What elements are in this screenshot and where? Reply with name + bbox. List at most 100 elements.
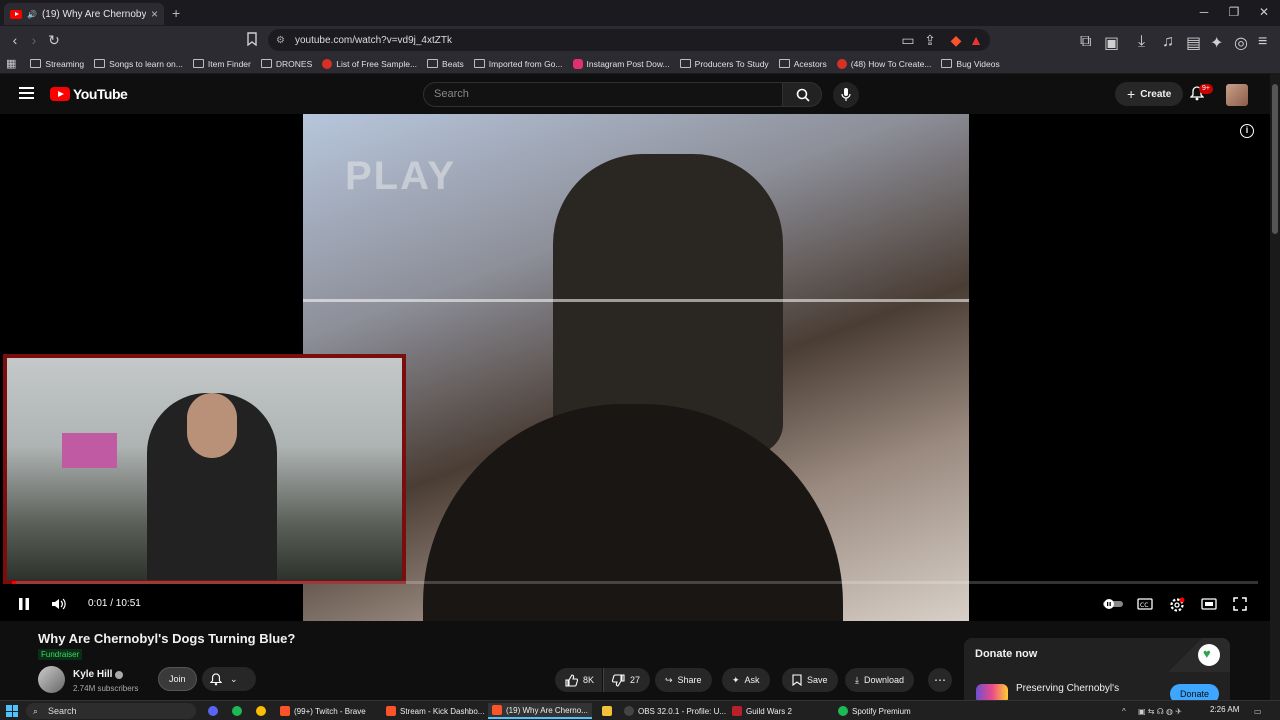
search-button[interactable]: [782, 82, 822, 107]
volume-button[interactable]: [51, 597, 67, 611]
bookmark-drones[interactable]: DRONES: [260, 59, 312, 69]
folder-icon: [94, 59, 106, 68]
new-tab-button[interactable]: +: [172, 5, 180, 21]
brave-rewards-icon[interactable]: ▲: [968, 32, 984, 48]
theater-mode-button[interactable]: [1201, 597, 1217, 611]
url-field[interactable]: ⚙ youtube.com/watch?v=vd9j_4xtZTk: [268, 29, 990, 51]
youtube-header: YouTube Search + Create: [0, 74, 1280, 114]
like-button[interactable]: 8K: [555, 668, 603, 692]
site-favicon-icon: [322, 58, 333, 69]
bookmark-acestors[interactable]: Acestors: [778, 59, 827, 69]
windows-start-icon[interactable]: [6, 705, 18, 717]
reload-icon[interactable]: ↻: [46, 32, 62, 48]
bookmark-streaming[interactable]: Streaming: [30, 59, 84, 69]
notification-badge: 9+: [1199, 84, 1213, 94]
taskbar-app-twitch[interactable]: (99+) Twitch - Brave: [276, 703, 370, 719]
scrollbar-thumb[interactable]: [1272, 84, 1278, 234]
forward-button[interactable]: ›: [26, 32, 42, 48]
bookmark-songs[interactable]: Songs to learn on...: [94, 59, 183, 69]
fundraiser-badge[interactable]: Fundraiser: [38, 649, 83, 660]
close-window-button[interactable]: ✕: [1254, 5, 1274, 19]
bookmark-instagram[interactable]: Instagram Post Dow...: [572, 58, 670, 69]
spotify-icon[interactable]: [228, 703, 246, 719]
tray-icons[interactable]: ▣ ⇆ ☊ ◍ ✈: [1134, 703, 1186, 719]
brave-shields-icon[interactable]: ◆: [948, 32, 964, 48]
account-avatar[interactable]: [1226, 84, 1248, 106]
youtube-logo[interactable]: YouTube: [50, 86, 128, 102]
close-tab-icon[interactable]: ×: [151, 7, 158, 21]
channel-avatar[interactable]: [38, 666, 65, 693]
share-page-icon[interactable]: ⇪: [922, 32, 938, 48]
file-explorer-icon[interactable]: [598, 703, 616, 719]
join-button[interactable]: Join: [158, 667, 197, 691]
bookmark-how-to-create[interactable]: (48) How To Create...: [836, 58, 931, 69]
taskbar-app-youtube[interactable]: (19) Why Are Cherno...: [488, 703, 592, 719]
back-button[interactable]: ‹: [7, 32, 23, 48]
taskbar-search[interactable]: ⌕ Search: [26, 703, 196, 719]
guild-wars-icon: [732, 706, 742, 716]
dislike-button[interactable]: 27: [603, 668, 651, 692]
chevron-down-icon: ⌄: [230, 673, 238, 684]
site-info-icon[interactable]: ⚙: [276, 35, 285, 46]
tray-chevron-icon[interactable]: ^: [1118, 703, 1130, 719]
vhs-osd-text: PLAY: [345, 154, 457, 198]
download-button[interactable]: ⤓ Download: [845, 668, 915, 692]
subscription-bell-button[interactable]: ⌄: [202, 667, 256, 691]
voice-search-button[interactable]: [833, 82, 859, 108]
info-icon[interactable]: i: [1240, 124, 1254, 138]
progress-bar[interactable]: [12, 581, 1258, 584]
bookmark-free-samples[interactable]: List of Free Sample...: [322, 58, 417, 69]
chrome-icon[interactable]: [252, 703, 270, 719]
media-icon[interactable]: ♫: [1162, 33, 1176, 50]
channel-name[interactable]: Kyle Hill: [73, 669, 124, 680]
donate-button[interactable]: Donate: [1170, 684, 1220, 700]
search-input[interactable]: Search: [423, 82, 783, 107]
taskbar-app-spotify[interactable]: Spotify Premium: [834, 703, 915, 719]
browser-tab-active[interactable]: 🔊 (19) Why Are Chernobyl's Do ×: [4, 3, 164, 25]
wallet-icon[interactable]: ▤: [1186, 33, 1201, 52]
autoplay-toggle[interactable]: [1102, 597, 1124, 611]
youtube-play-logo-icon: [50, 87, 70, 101]
bookmark-beats[interactable]: Beats: [427, 59, 464, 69]
video-player[interactable]: PLAY i 0:01 / 10:51 CC: [0, 114, 1270, 621]
bookmark-icon[interactable]: [246, 32, 262, 48]
restore-button[interactable]: ❐: [1224, 5, 1244, 19]
bookmark-item-finder[interactable]: Item Finder: [192, 59, 251, 69]
thumbs-up-icon: [565, 673, 578, 687]
sidebar-icon[interactable]: ▣: [1104, 33, 1119, 52]
hamburger-menu-icon[interactable]: [19, 87, 34, 99]
taskbar-clock[interactable]: 2:26 AM: [1210, 705, 1239, 714]
taskbar-app-obs[interactable]: OBS 32.0.1 - Profile: U...: [620, 703, 730, 719]
instagram-icon: [572, 58, 583, 69]
extension-toolbar: ⧉ ▣ ⤓ ♫ ▤ ✦ ◎ ≡: [1080, 33, 1272, 52]
downloads-icon[interactable]: ⤓: [1138, 33, 1152, 50]
create-button[interactable]: + Create: [1115, 82, 1184, 106]
extensions-icon[interactable]: ⧉: [1080, 33, 1094, 50]
discord-icon[interactable]: [204, 703, 222, 719]
pause-button[interactable]: [18, 597, 30, 611]
time-display: 0:01 / 10:51: [88, 598, 141, 609]
taskbar-app-guild-wars[interactable]: Guild Wars 2: [728, 703, 796, 719]
audio-playing-icon: 🔊: [27, 9, 37, 19]
save-button[interactable]: Save: [782, 668, 838, 692]
menu-icon[interactable]: ≡: [1258, 33, 1272, 50]
share-button[interactable]: ↪ Share: [655, 668, 712, 692]
apps-grid-icon[interactable]: ▦: [6, 57, 16, 70]
fullscreen-button[interactable]: [1233, 597, 1247, 611]
folder-icon: [473, 59, 485, 68]
vpn-icon[interactable]: ◎: [1234, 33, 1248, 52]
bookmark-producers[interactable]: Producers To Study: [679, 59, 769, 69]
page-scrollbar[interactable]: [1270, 74, 1280, 700]
more-actions-button[interactable]: ⋯: [928, 668, 952, 692]
org-logo-icon: [976, 684, 1008, 700]
notification-center-icon[interactable]: ▭: [1250, 703, 1266, 719]
captions-button[interactable]: CC: [1137, 597, 1153, 611]
minimize-button[interactable]: ─: [1194, 5, 1214, 19]
bookmark-bug-videos[interactable]: Bug Videos: [941, 59, 1000, 69]
ask-button[interactable]: ✦ Ask: [722, 668, 770, 692]
leo-ai-icon[interactable]: ✦: [1210, 33, 1224, 52]
bookmark-imported[interactable]: Imported from Go...: [473, 59, 563, 69]
taskbar-app-kick[interactable]: Stream - Kick Dashbo...: [382, 703, 488, 719]
settings-button[interactable]: [1169, 597, 1185, 613]
cast-icon[interactable]: ▭: [900, 32, 916, 48]
